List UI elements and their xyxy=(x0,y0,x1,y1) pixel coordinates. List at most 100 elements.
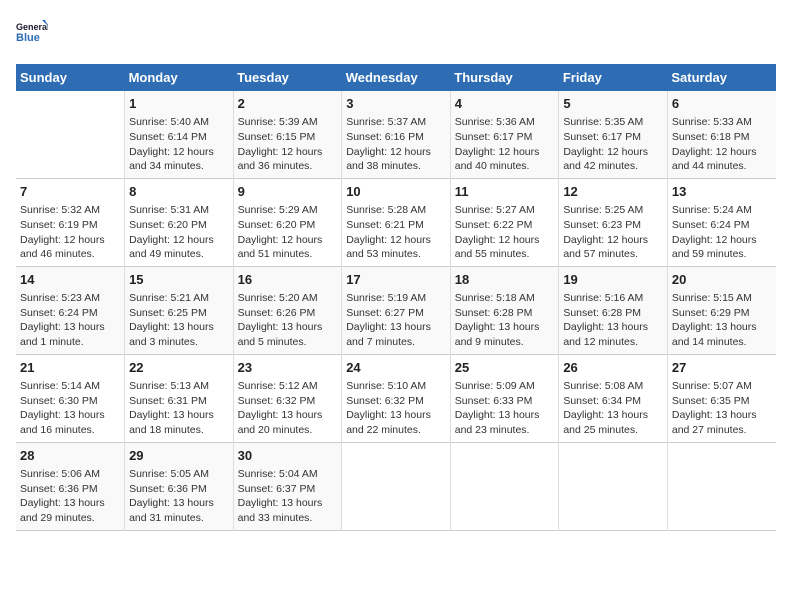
calendar-cell: 14Sunrise: 5:23 AMSunset: 6:24 PMDayligh… xyxy=(16,266,125,354)
header: General Blue xyxy=(16,16,776,52)
cell-text: Sunrise: 5:15 AM xyxy=(672,291,772,306)
cell-text: Daylight: 13 hours xyxy=(346,408,446,423)
cell-text: and 57 minutes. xyxy=(563,247,663,262)
cell-text: Daylight: 12 hours xyxy=(346,233,446,248)
day-number: 12 xyxy=(563,183,663,201)
calendar-table: SundayMondayTuesdayWednesdayThursdayFrid… xyxy=(16,64,776,531)
cell-text: Sunset: 6:28 PM xyxy=(455,306,555,321)
cell-text: Daylight: 13 hours xyxy=(129,496,229,511)
calendar-cell: 9Sunrise: 5:29 AMSunset: 6:20 PMDaylight… xyxy=(233,178,342,266)
cell-text: Sunset: 6:15 PM xyxy=(238,130,338,145)
cell-text: Sunset: 6:19 PM xyxy=(20,218,120,233)
cell-text: Daylight: 13 hours xyxy=(129,408,229,423)
calendar-cell xyxy=(559,442,668,530)
cell-text: Daylight: 12 hours xyxy=(238,233,338,248)
cell-text: Sunset: 6:20 PM xyxy=(238,218,338,233)
cell-text: Daylight: 12 hours xyxy=(455,145,555,160)
cell-text: Sunrise: 5:12 AM xyxy=(238,379,338,394)
cell-text: Daylight: 12 hours xyxy=(672,233,772,248)
cell-text: and 40 minutes. xyxy=(455,159,555,174)
cell-text: Sunset: 6:25 PM xyxy=(129,306,229,321)
cell-text: and 1 minute. xyxy=(20,335,120,350)
cell-text: and 7 minutes. xyxy=(346,335,446,350)
calendar-cell: 3Sunrise: 5:37 AMSunset: 6:16 PMDaylight… xyxy=(342,91,451,178)
calendar-cell: 11Sunrise: 5:27 AMSunset: 6:22 PMDayligh… xyxy=(450,178,559,266)
calendar-cell: 2Sunrise: 5:39 AMSunset: 6:15 PMDaylight… xyxy=(233,91,342,178)
cell-text: Daylight: 13 hours xyxy=(455,408,555,423)
calendar-cell: 5Sunrise: 5:35 AMSunset: 6:17 PMDaylight… xyxy=(559,91,668,178)
cell-text: and 33 minutes. xyxy=(238,511,338,526)
calendar-cell: 6Sunrise: 5:33 AMSunset: 6:18 PMDaylight… xyxy=(667,91,776,178)
cell-text: Sunset: 6:29 PM xyxy=(672,306,772,321)
cell-text: Daylight: 12 hours xyxy=(455,233,555,248)
day-number: 19 xyxy=(563,271,663,289)
cell-text: Daylight: 12 hours xyxy=(563,233,663,248)
day-number: 20 xyxy=(672,271,772,289)
cell-text: and 46 minutes. xyxy=(20,247,120,262)
cell-text: Sunset: 6:17 PM xyxy=(455,130,555,145)
cell-text: Sunset: 6:28 PM xyxy=(563,306,663,321)
cell-text: and 25 minutes. xyxy=(563,423,663,438)
cell-text: and 51 minutes. xyxy=(238,247,338,262)
cell-text: Sunrise: 5:10 AM xyxy=(346,379,446,394)
cell-text: Daylight: 13 hours xyxy=(672,408,772,423)
cell-text: Daylight: 13 hours xyxy=(20,408,120,423)
day-number: 11 xyxy=(455,183,555,201)
col-header-wednesday: Wednesday xyxy=(342,64,451,91)
cell-text: Sunrise: 5:28 AM xyxy=(346,203,446,218)
cell-text: Sunrise: 5:39 AM xyxy=(238,115,338,130)
cell-text: Sunset: 6:24 PM xyxy=(20,306,120,321)
cell-text: Sunset: 6:14 PM xyxy=(129,130,229,145)
calendar-cell: 20 Sunrise: 5:15 AMSunset: 6:29 PMDayligh… xyxy=(667,266,776,354)
cell-text: Sunrise: 5:21 AM xyxy=(129,291,229,306)
day-number: 15 xyxy=(129,271,229,289)
calendar-cell: 4Sunrise: 5:36 AMSunset: 6:17 PMDaylight… xyxy=(450,91,559,178)
cell-text: Sunset: 6:16 PM xyxy=(346,130,446,145)
cell-text: and 49 minutes. xyxy=(129,247,229,262)
day-number: 6 xyxy=(672,95,772,113)
calendar-cell: 8Sunrise: 5:31 AMSunset: 6:20 PMDaylight… xyxy=(125,178,234,266)
day-number: 17 xyxy=(346,271,446,289)
cell-text: Daylight: 12 hours xyxy=(129,145,229,160)
calendar-cell: 25Sunrise: 5:09 AMSunset: 6:33 PMDayligh… xyxy=(450,354,559,442)
cell-text: Daylight: 12 hours xyxy=(129,233,229,248)
calendar-cell xyxy=(16,91,125,178)
cell-text: Sunset: 6:20 PM xyxy=(129,218,229,233)
day-number: 1 xyxy=(129,95,229,113)
cell-text: Sunset: 6:36 PM xyxy=(20,482,120,497)
cell-text: Sunrise: 5:04 AM xyxy=(238,467,338,482)
cell-text: Sunset: 6:23 PM xyxy=(563,218,663,233)
cell-text: Sunrise: 5:14 AM xyxy=(20,379,120,394)
cell-text: Sunrise: 5:40 AM xyxy=(129,115,229,130)
col-header-friday: Friday xyxy=(559,64,668,91)
cell-text: and 20 minutes. xyxy=(238,423,338,438)
day-number: 18 xyxy=(455,271,555,289)
cell-text: Sunset: 6:24 PM xyxy=(672,218,772,233)
cell-text: and 29 minutes. xyxy=(20,511,120,526)
cell-text: Sunrise: 5:18 AM xyxy=(455,291,555,306)
week-row-5: 28Sunrise: 5:06 AMSunset: 6:36 PMDayligh… xyxy=(16,442,776,530)
calendar-cell: 23Sunrise: 5:12 AMSunset: 6:32 PMDayligh… xyxy=(233,354,342,442)
cell-text: Sunrise: 5:09 AM xyxy=(455,379,555,394)
cell-text: Sunrise: 5:05 AM xyxy=(129,467,229,482)
col-header-tuesday: Tuesday xyxy=(233,64,342,91)
cell-text: Sunset: 6:30 PM xyxy=(20,394,120,409)
column-headers: SundayMondayTuesdayWednesdayThursdayFrid… xyxy=(16,64,776,91)
cell-text: Daylight: 13 hours xyxy=(129,320,229,335)
cell-text: Sunrise: 5:31 AM xyxy=(129,203,229,218)
calendar-cell: 28Sunrise: 5:06 AMSunset: 6:36 PMDayligh… xyxy=(16,442,125,530)
week-row-1: 1Sunrise: 5:40 AMSunset: 6:14 PMDaylight… xyxy=(16,91,776,178)
day-number: 23 xyxy=(238,359,338,377)
cell-text: and 34 minutes. xyxy=(129,159,229,174)
logo: General Blue xyxy=(16,16,50,52)
cell-text: Sunset: 6:32 PM xyxy=(346,394,446,409)
calendar-cell: 12Sunrise: 5:25 AMSunset: 6:23 PMDayligh… xyxy=(559,178,668,266)
day-number: 3 xyxy=(346,95,446,113)
cell-text: Sunrise: 5:33 AM xyxy=(672,115,772,130)
cell-text: and 27 minutes. xyxy=(672,423,772,438)
cell-text: Daylight: 12 hours xyxy=(563,145,663,160)
day-number: 21 xyxy=(20,359,120,377)
cell-text: Daylight: 13 hours xyxy=(672,320,772,335)
day-number: 14 xyxy=(20,271,120,289)
cell-text: Sunset: 6:21 PM xyxy=(346,218,446,233)
